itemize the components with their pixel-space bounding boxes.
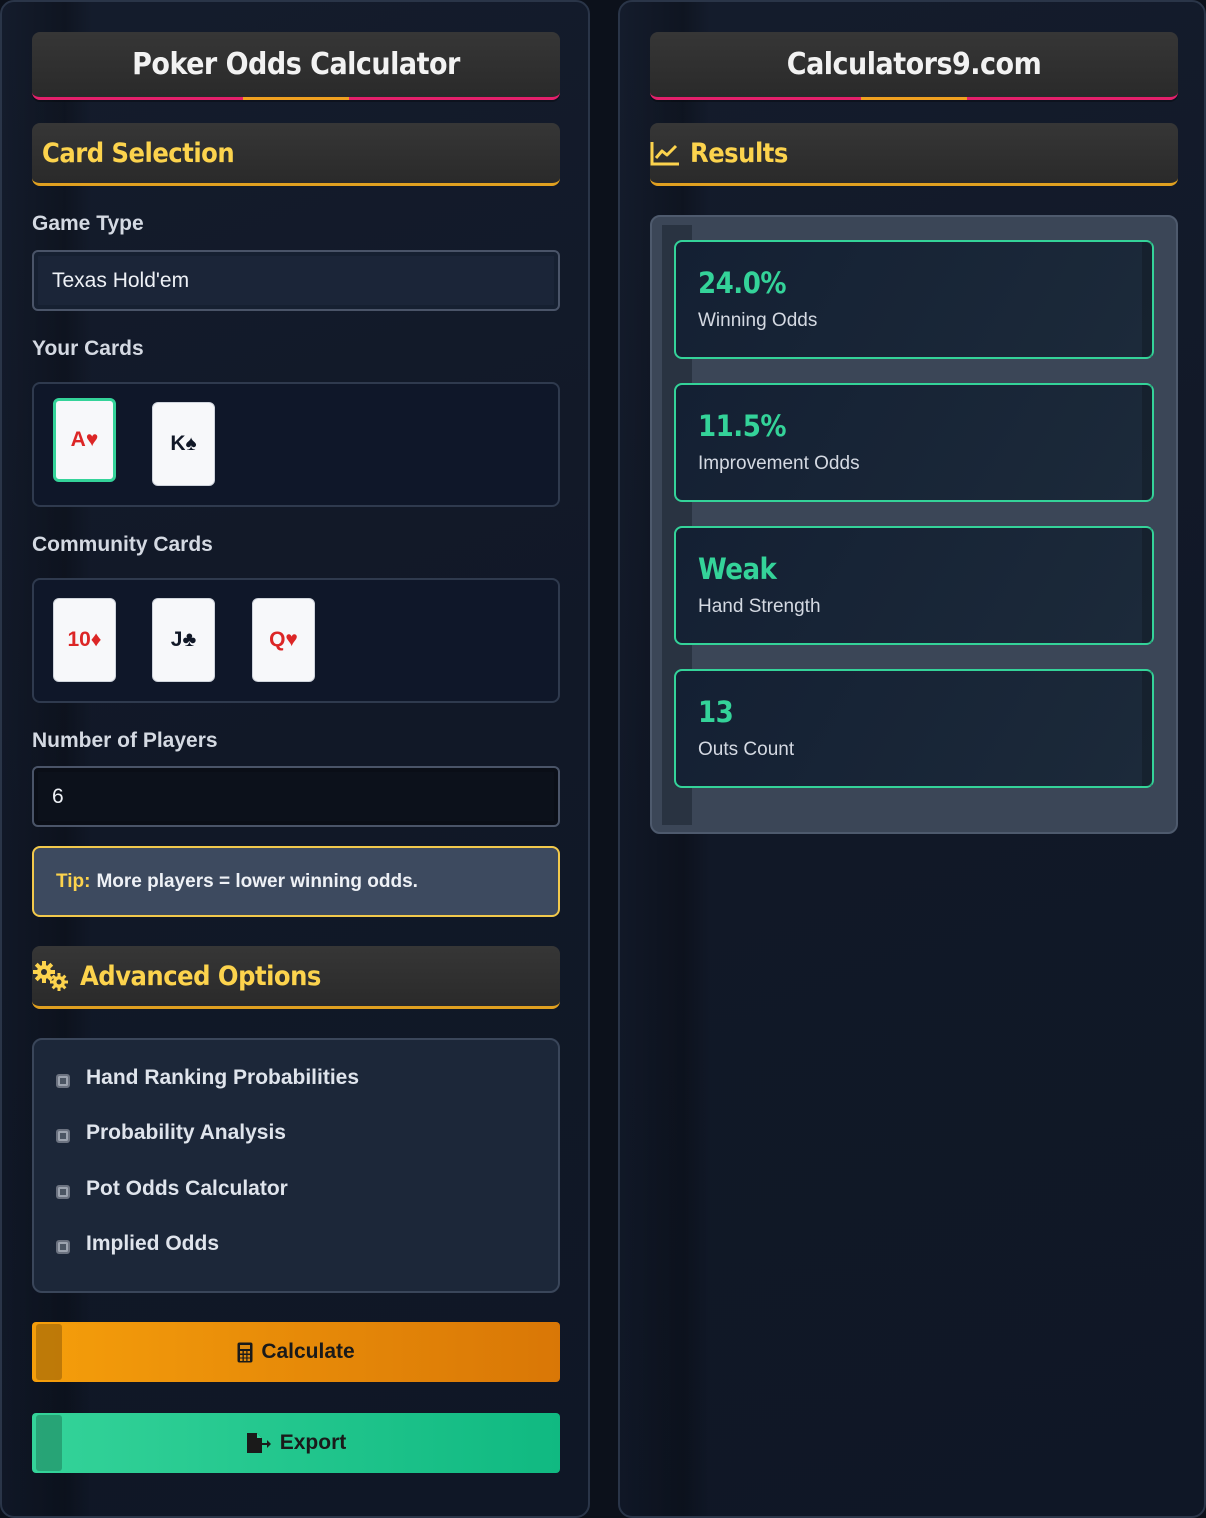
- option-label: Probability Analysis: [86, 1121, 286, 1144]
- result-label: Hand Strength: [698, 596, 821, 617]
- community-card-3[interactable]: Q♥: [252, 598, 315, 682]
- result-outs-count: 13 Outs Count: [674, 669, 1154, 788]
- players-input[interactable]: 6: [32, 766, 560, 827]
- result-improvement-odds: 11.5% Improvement Odds: [674, 383, 1154, 502]
- result-hand-strength: Weak Hand Strength: [674, 526, 1154, 645]
- results-header: Results: [650, 123, 1178, 186]
- page-title: Poker Odds Calculator: [132, 47, 460, 82]
- card-selection-header: Card Selection: [32, 123, 560, 186]
- card-label: A♥: [70, 428, 99, 451]
- advanced-options-heading: Advanced Options: [80, 960, 321, 992]
- players-value: 6: [52, 784, 64, 808]
- page-title-bar: Poker Odds Calculator: [32, 32, 560, 100]
- checkbox[interactable]: [56, 1185, 70, 1199]
- results-heading: Results: [690, 137, 788, 169]
- card-label: J♣: [170, 628, 197, 651]
- result-label: Winning Odds: [698, 310, 818, 331]
- calculate-label: Calculate: [261, 1340, 355, 1363]
- option-label: Implied Odds: [86, 1232, 220, 1255]
- result-value: 11.5%: [698, 409, 787, 443]
- players-label: Number of Players: [32, 729, 218, 752]
- hole-card-2[interactable]: K♠: [152, 402, 215, 486]
- advanced-options-list: Hand Ranking Probabilities Probability A…: [32, 1038, 560, 1293]
- option-hand-ranking[interactable]: Hand Ranking Probabilities: [56, 1066, 359, 1090]
- checkbox[interactable]: [56, 1240, 70, 1254]
- export-label: Export: [279, 1431, 347, 1454]
- calculate-button[interactable]: Calculate: [32, 1322, 560, 1382]
- results-panel: Calculators9.com Results 24.0% Winning O…: [618, 0, 1206, 1518]
- option-pot-odds[interactable]: Pot Odds Calculator: [56, 1177, 288, 1201]
- community-cards-area: 10♦ J♣ Q♥: [32, 578, 560, 703]
- result-label: Outs Count: [698, 739, 795, 760]
- your-cards-label: Your Cards: [32, 337, 144, 360]
- game-type-select[interactable]: Texas Hold'em: [32, 250, 560, 311]
- hole-card-1[interactable]: A♥: [53, 398, 116, 482]
- card-label: K♠: [170, 432, 197, 455]
- result-label: Improvement Odds: [698, 453, 860, 474]
- your-cards-area: A♥ K♠: [32, 382, 560, 507]
- card-selection-heading: Card Selection: [42, 137, 235, 169]
- card-label: 10♦: [67, 628, 102, 651]
- community-card-1[interactable]: 10♦: [53, 598, 116, 682]
- option-label: Hand Ranking Probabilities: [86, 1066, 360, 1089]
- result-value: 13: [698, 695, 734, 729]
- result-winning-odds: 24.0% Winning Odds: [674, 240, 1154, 359]
- game-type-label: Game Type: [32, 212, 144, 235]
- calculator-panel: Poker Odds Calculator Card Selection Gam…: [0, 0, 590, 1518]
- checkbox[interactable]: [56, 1074, 70, 1088]
- game-type-value: Texas Hold'em: [52, 268, 190, 292]
- card-label: Q♥: [269, 628, 298, 651]
- option-probability-analysis[interactable]: Probability Analysis: [56, 1121, 286, 1145]
- community-card-2[interactable]: J♣: [152, 598, 215, 682]
- calculator-icon: [237, 1342, 253, 1363]
- option-label: Pot Odds Calculator: [86, 1177, 288, 1200]
- result-value: 24.0%: [698, 266, 787, 300]
- export-button[interactable]: Export: [32, 1413, 560, 1473]
- result-value: Weak: [698, 552, 777, 586]
- results-container: 24.0% Winning Odds 11.5% Improvement Odd…: [650, 215, 1178, 834]
- tip-key: Tip:: [56, 870, 91, 892]
- community-cards-label: Community Cards: [32, 533, 213, 556]
- chart-line-icon: [650, 140, 680, 166]
- gears-icon: [32, 960, 70, 992]
- checkbox[interactable]: [56, 1129, 70, 1143]
- advanced-options-header: Advanced Options: [32, 946, 560, 1009]
- site-title: Calculators9.com: [786, 47, 1042, 82]
- option-implied-odds[interactable]: Implied Odds: [56, 1232, 219, 1256]
- tip-box: Tip: More players = lower winning odds.: [32, 846, 560, 917]
- site-title-bar: Calculators9.com: [650, 32, 1178, 100]
- tip-text: More players = lower winning odds.: [96, 870, 418, 892]
- file-export-icon: [246, 1432, 272, 1454]
